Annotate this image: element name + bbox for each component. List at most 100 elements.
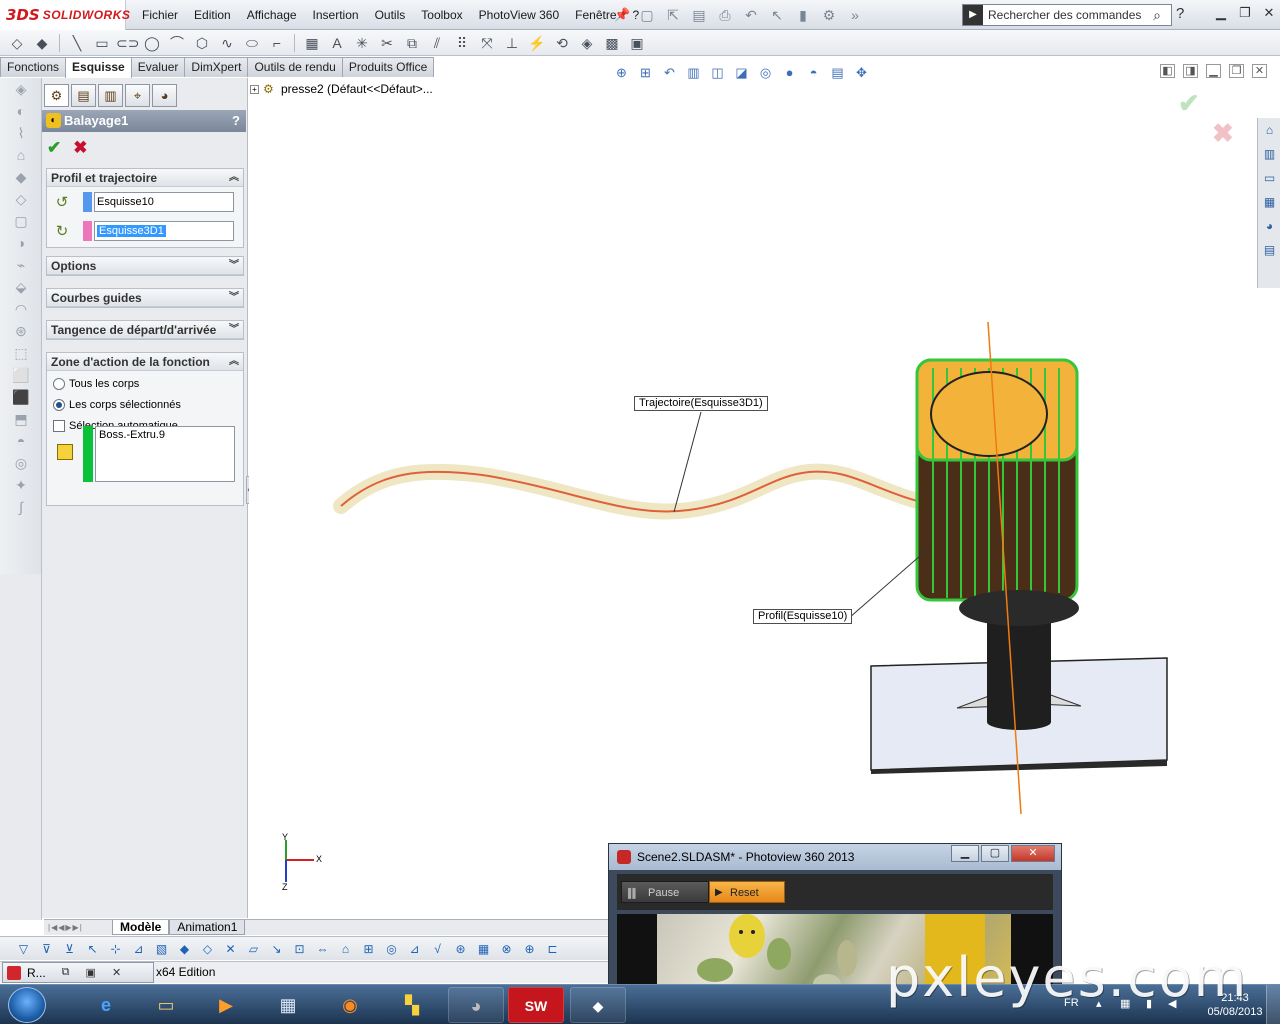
gimp-icon[interactable]: ◕ xyxy=(448,987,504,1023)
loft-icon[interactable]: ⌂ xyxy=(0,144,42,166)
apply-scene-icon[interactable]: ◓ xyxy=(804,64,823,82)
custom-properties-icon[interactable]: ▤ xyxy=(1259,240,1280,261)
feature-tree-root[interactable]: + ⚙ presse2 (Défaut<<Défaut>... xyxy=(250,82,433,96)
minimize-doc-icon[interactable]: ▁ xyxy=(1206,64,1221,78)
view-orientation-icon[interactable]: ◫ xyxy=(708,64,727,82)
pause-button[interactable]: Pause xyxy=(621,881,709,904)
rectangle-icon[interactable]: ▭ xyxy=(91,33,113,53)
design-library-icon[interactable]: ▥ xyxy=(1259,144,1280,165)
maximize-small-icon[interactable]: ▣ xyxy=(86,966,96,979)
open-icon[interactable]: ⇱ xyxy=(662,5,684,25)
filter-points-icon[interactable]: ⊡ xyxy=(290,940,309,958)
hole-icon[interactable]: ▢ xyxy=(0,210,42,232)
polygon-icon[interactable]: ⬡ xyxy=(191,33,213,53)
tab-outils-de-rendu[interactable]: Outils de rendu xyxy=(247,57,343,77)
shell-icon[interactable]: ⬛ xyxy=(0,386,42,408)
tab-fonctions[interactable]: Fonctions xyxy=(0,57,67,77)
close-icon[interactable]: ✕ xyxy=(1260,4,1278,22)
firefox-icon[interactable]: ◉ xyxy=(322,987,378,1023)
start-button[interactable] xyxy=(8,987,46,1023)
new-document-icon[interactable]: ▢ xyxy=(636,5,658,25)
configuration-manager-tab-icon[interactable]: ▥ xyxy=(98,84,123,107)
search-input[interactable]: Rechercher des commandes xyxy=(983,8,1143,22)
rib-icon[interactable]: ⬚ xyxy=(0,342,42,364)
filter-balloons-icon[interactable]: ⊛ xyxy=(451,940,470,958)
zoom-to-fit-icon[interactable]: ⊕ xyxy=(612,64,631,82)
tab-esquisse[interactable]: Esquisse xyxy=(65,57,132,78)
filter-surface-icon[interactable]: ◇ xyxy=(198,940,217,958)
filter-routing-icon[interactable]: ⊏ xyxy=(543,940,562,958)
point-icon[interactable]: ▦ xyxy=(301,33,323,53)
spline-icon[interactable]: ∿ xyxy=(216,33,238,53)
tree-root-label[interactable]: presse2 (Défaut<<Défaut>... xyxy=(281,82,433,96)
menu-insertion[interactable]: Insertion xyxy=(305,8,367,22)
menu-outils[interactable]: Outils xyxy=(367,8,414,22)
expand-icon[interactable]: ︾ xyxy=(229,257,239,275)
solidworks-2-taskbar-icon[interactable]: ◆ xyxy=(570,987,626,1023)
filter-gtol-icon[interactable]: ⊞ xyxy=(359,940,378,958)
filter-blocks-icon[interactable]: ▦ xyxy=(474,940,493,958)
pm-help-button[interactable]: ? xyxy=(232,110,240,132)
radio-button[interactable] xyxy=(53,378,65,390)
close-small-icon[interactable]: ✕ xyxy=(112,966,121,979)
smart-dimension-icon[interactable]: ◇ xyxy=(6,33,28,53)
dome-icon[interactable]: ◓ xyxy=(0,430,42,452)
collapse-icon[interactable]: ︽ xyxy=(229,353,239,371)
intersect-icon[interactable]: ◎ xyxy=(0,452,42,474)
minimized-window[interactable]: R... ⧉ ▣ ✕ xyxy=(2,962,154,983)
display-manager-tab-icon[interactable]: ◕ xyxy=(152,84,177,107)
property-manager-tab-icon[interactable]: ▤ xyxy=(71,84,96,107)
undo-icon[interactable]: ↶ xyxy=(740,5,762,25)
wrap-icon[interactable]: ⬒ xyxy=(0,408,42,430)
shaded-sketch-icon[interactable]: ▩ xyxy=(601,33,623,53)
tab-animation1[interactable]: Animation1 xyxy=(169,920,246,935)
puzzle-app-icon[interactable]: ▚ xyxy=(384,987,440,1023)
maximize-icon[interactable]: ▢ xyxy=(981,845,1009,862)
solidworks-resources-icon[interactable]: ⌂ xyxy=(1259,120,1280,141)
arc-icon[interactable]: ⌒ xyxy=(166,33,188,53)
ellipse-icon[interactable]: ⬭ xyxy=(241,33,263,53)
search-icon[interactable]: ⌕ xyxy=(1143,7,1171,24)
restore-icon[interactable]: ❐ xyxy=(1236,4,1254,22)
tab-modele[interactable]: Modèle xyxy=(112,920,170,935)
tab-produits-office[interactable]: Produits Office xyxy=(341,57,435,77)
instant2d-icon[interactable]: ◈ xyxy=(576,33,598,53)
reset-button[interactable]: Reset xyxy=(709,881,785,904)
pointer-icon[interactable]: ↖ xyxy=(83,940,102,958)
revolve-icon[interactable]: ◐ xyxy=(0,100,42,122)
sketch-picture-icon[interactable]: ▣ xyxy=(626,33,648,53)
filter-weld-icon[interactable]: ⊿ xyxy=(405,940,424,958)
plane-icon[interactable]: ✳ xyxy=(351,33,373,53)
calculator-icon[interactable]: ▦ xyxy=(260,987,316,1023)
extrude-boss-icon[interactable]: ◈ xyxy=(0,78,42,100)
appearances-icon[interactable]: ◕ xyxy=(1259,216,1280,237)
graphics-area[interactable] xyxy=(249,78,1280,919)
tab-dimxpert[interactable]: DimXpert xyxy=(184,57,249,77)
filter-notes-icon[interactable]: ⌂ xyxy=(336,940,355,958)
profile-field[interactable]: Esquisse10 xyxy=(94,192,234,212)
text-icon[interactable]: A xyxy=(326,33,348,53)
select-icon[interactable]: ↖ xyxy=(766,5,788,25)
close-doc-icon[interactable]: ✕ xyxy=(1252,64,1267,78)
slot-icon[interactable]: ⊂⊃ xyxy=(116,33,139,53)
search-scope-icon[interactable]: ▶ xyxy=(963,5,983,25)
print-icon[interactable]: ⎙ xyxy=(714,5,736,25)
cut-revolve-icon[interactable]: ◑ xyxy=(0,232,42,254)
filter-solid-icon[interactable]: ◆ xyxy=(175,940,194,958)
filter-surface-finish-icon[interactable]: √ xyxy=(428,940,447,958)
file-explorer-icon[interactable]: ▭ xyxy=(1259,168,1280,189)
split-icon[interactable]: ◨ xyxy=(1183,64,1198,78)
fillet-icon[interactable]: ⌐ xyxy=(266,33,288,53)
internet-explorer-icon[interactable]: e xyxy=(78,987,134,1023)
convert-icon[interactable]: ⧉ xyxy=(401,33,423,53)
bodies-list[interactable]: Boss.-Extru.9 xyxy=(95,426,235,482)
filter-icon[interactable]: ▽ xyxy=(14,940,33,958)
more-icon[interactable]: » xyxy=(844,5,866,25)
restore-doc-icon[interactable]: ❐ xyxy=(1229,64,1244,78)
cut-loft-icon[interactable]: ⬙ xyxy=(0,276,42,298)
command-search[interactable]: ▶ Rechercher des commandes ⌕ xyxy=(962,4,1172,26)
menu-edition[interactable]: Edition xyxy=(186,8,239,22)
filter-toggle-icon[interactable]: ⊽ xyxy=(37,940,56,958)
confirm-cancel-icon[interactable]: ✖ xyxy=(1212,118,1234,149)
confirm-ok-icon[interactable]: ✔ xyxy=(1178,88,1200,119)
